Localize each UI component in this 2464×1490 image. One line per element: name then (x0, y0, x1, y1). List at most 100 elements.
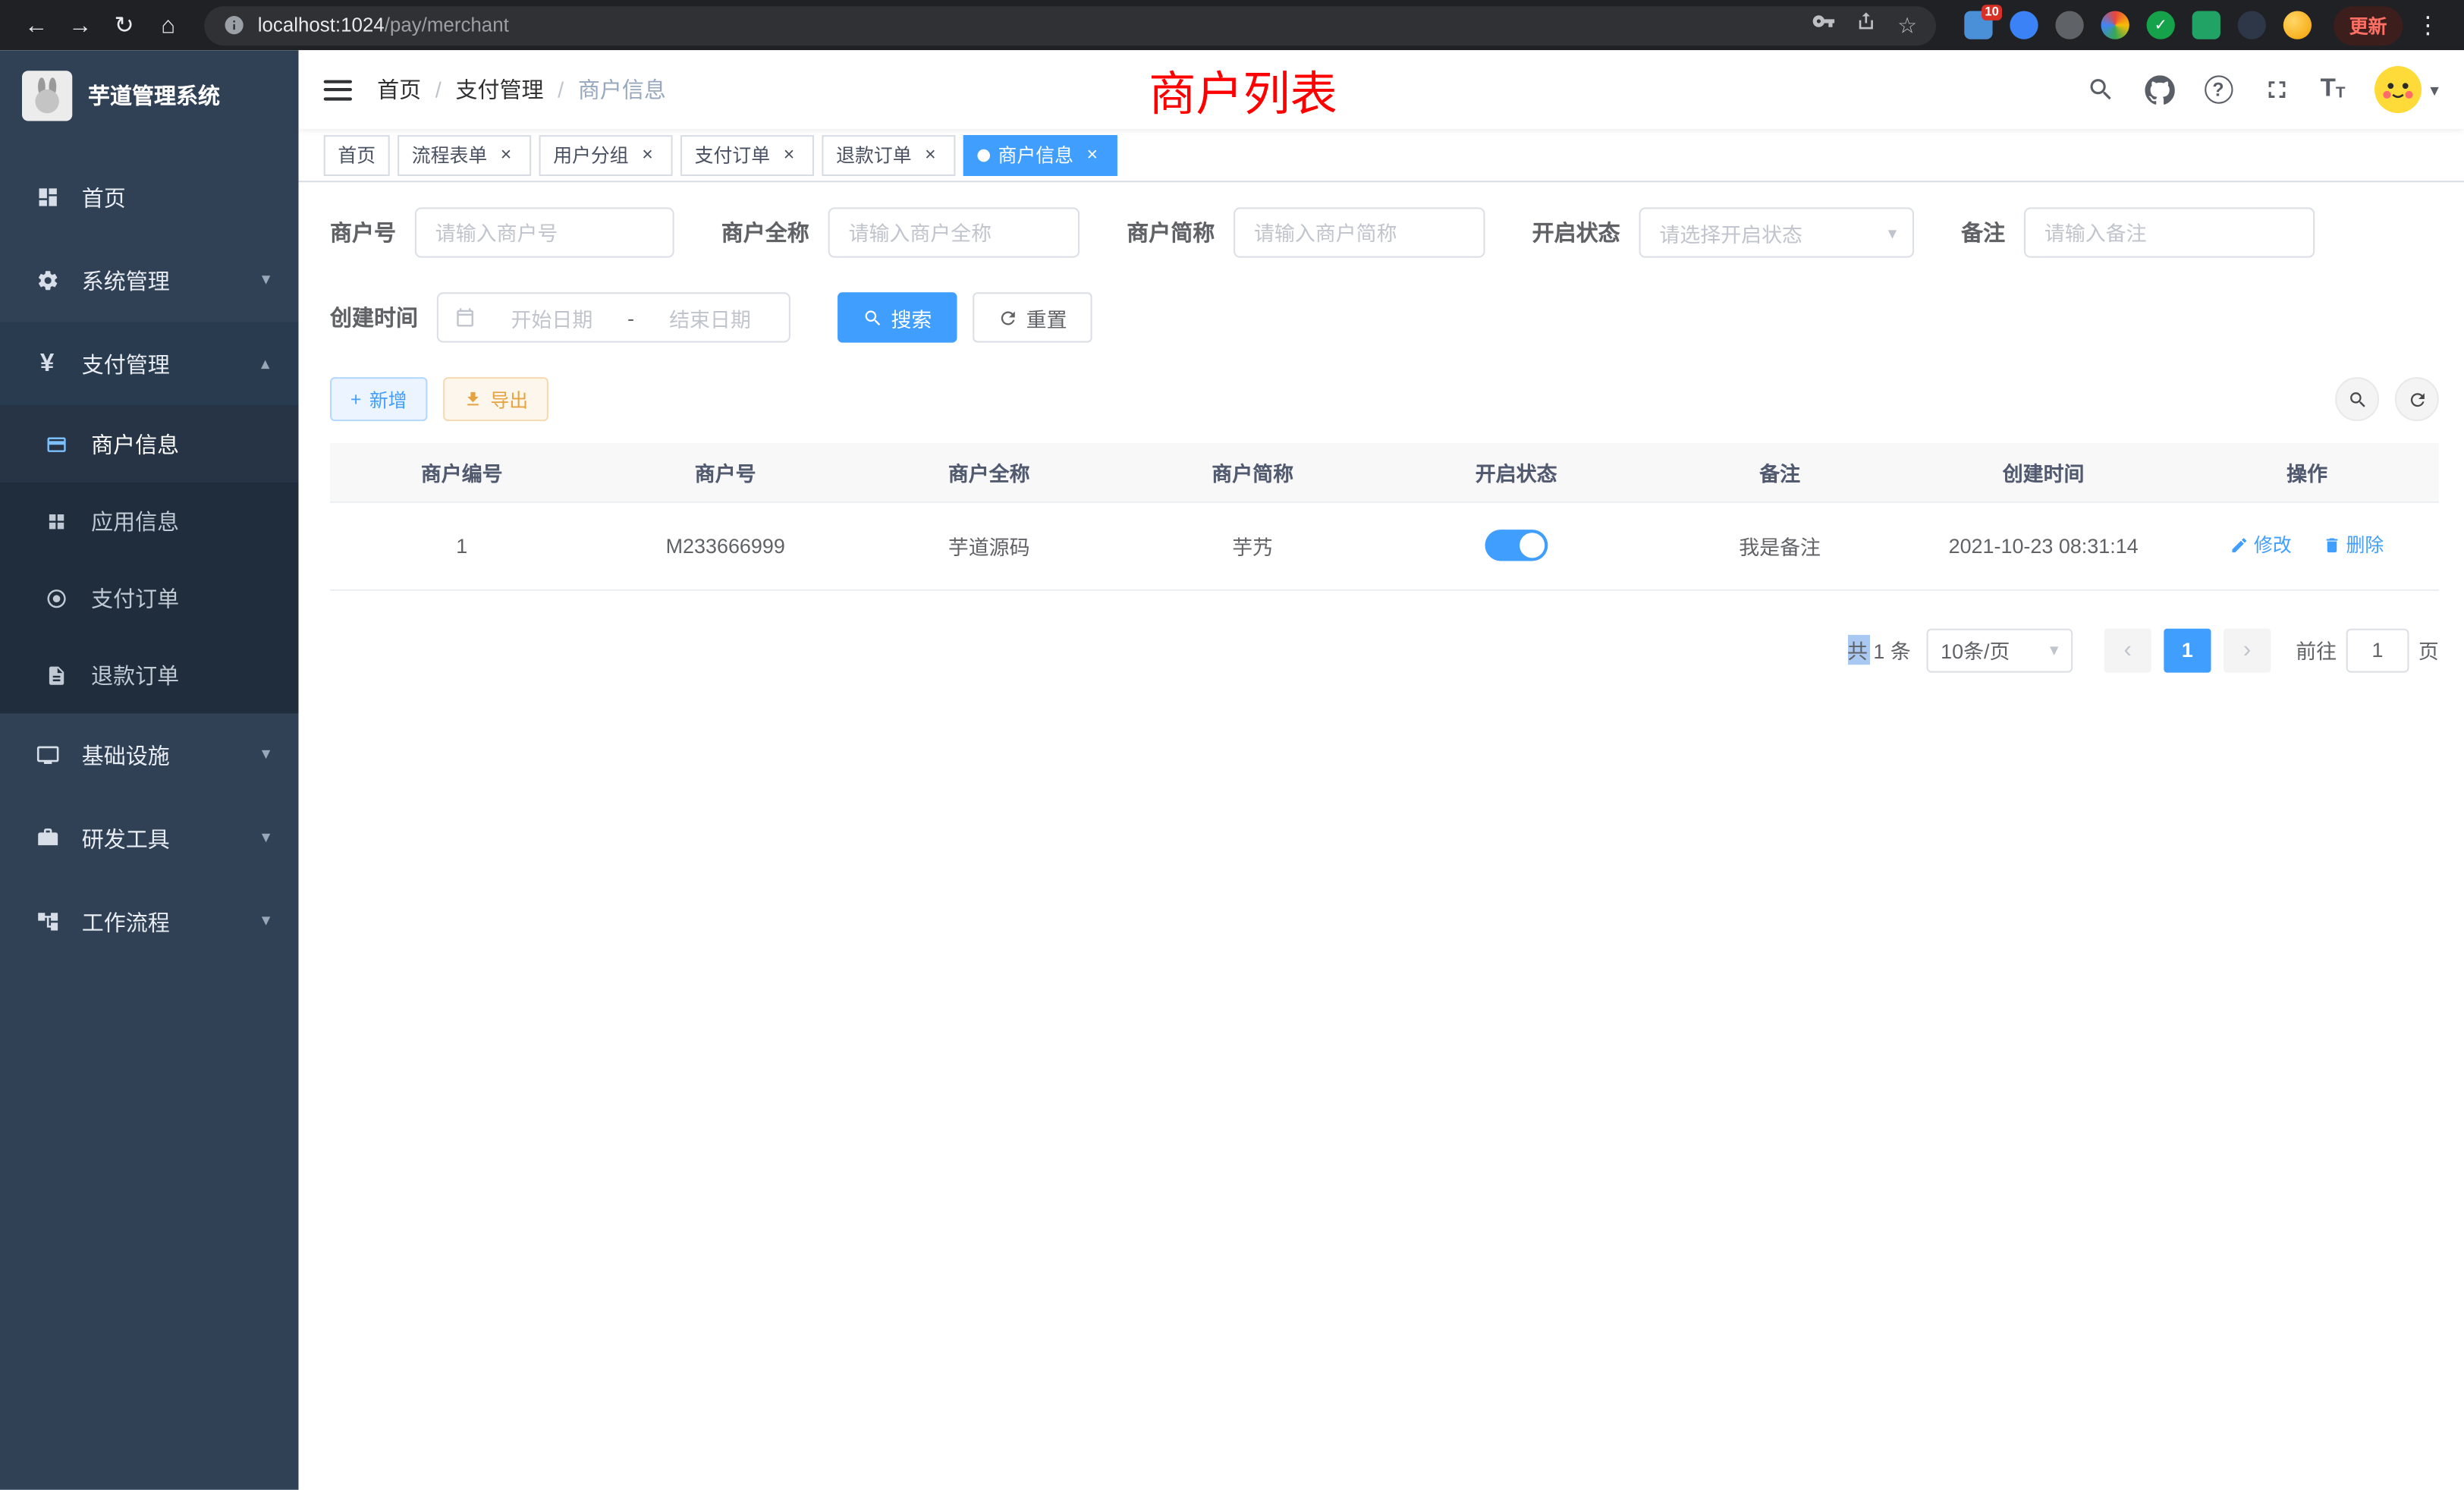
sidebar-item-infrastructure[interactable]: 基础设施 ▾ (0, 713, 299, 797)
sidebar-item-pay-orders[interactable]: 支付订单 (0, 559, 299, 636)
tab-label: 用户分组 (553, 141, 628, 168)
export-button[interactable]: 导出 (443, 377, 548, 421)
chevron-down-icon: ▾ (1888, 222, 1897, 243)
end-date-placeholder: 结束日期 (647, 303, 773, 332)
extension-icon-2[interactable] (2010, 11, 2038, 39)
add-button[interactable]: + 新增 (330, 377, 427, 421)
tab-home[interactable]: 首页 (324, 134, 390, 175)
refresh-icon (998, 307, 1018, 328)
sidebar-item-system[interactable]: 系统管理 ▾ (0, 239, 299, 322)
delete-link-label: 删除 (2346, 532, 2384, 558)
extension-icon-6[interactable] (2192, 11, 2220, 39)
full-name-input[interactable] (828, 207, 1080, 257)
close-icon[interactable]: × (778, 144, 800, 166)
edit-link[interactable]: 修改 (2230, 532, 2292, 558)
search-icon (2347, 389, 2368, 410)
close-icon[interactable]: × (919, 144, 941, 166)
chevron-down-icon: ▾ (2050, 640, 2058, 660)
close-icon[interactable]: × (636, 144, 658, 166)
toggle-search-button[interactable] (2335, 377, 2379, 421)
address-bar[interactable]: localhost:1024/pay/merchant ☆ (204, 5, 1936, 45)
merchant-no-input[interactable] (415, 207, 674, 257)
profile-avatar-icon[interactable] (2283, 11, 2312, 39)
extension-icon-4[interactable] (2101, 11, 2129, 39)
tab-flow-form[interactable]: 流程表单× (398, 134, 531, 175)
cell-merchant-no: M233666999 (593, 501, 856, 589)
prev-page-button[interactable]: ‹ (2104, 628, 2151, 672)
sidebar-item-label: 首页 (82, 181, 126, 212)
tab-merchant-info-active[interactable]: 商户信息× (963, 134, 1117, 175)
col-header: 商户全称 (857, 443, 1120, 501)
question-glyph: ? (2212, 79, 2224, 101)
breadcrumb-item-home[interactable]: 首页 (377, 74, 421, 105)
extension-icon-3[interactable] (2055, 11, 2083, 39)
sidebar-item-workflow[interactable]: 工作流程 ▾ (0, 880, 299, 963)
browser-back-icon[interactable]: ← (16, 5, 57, 46)
extension-icon-5[interactable]: ✓ (2147, 11, 2175, 39)
fullscreen-icon[interactable] (2262, 75, 2290, 103)
tab-refund-order[interactable]: 退款订单 × (822, 134, 955, 175)
sidebar-item-dev-tools[interactable]: 研发工具 ▾ (0, 797, 299, 880)
browser-home-icon[interactable]: ⌂ (148, 5, 189, 46)
credit-card-icon (38, 433, 76, 455)
col-header: 开启状态 (1384, 443, 1648, 501)
extension-icon-1[interactable]: 10 (1964, 11, 1992, 39)
page-1-button[interactable]: 1 (2164, 628, 2211, 672)
sidebar-item-refund-orders[interactable]: 退款订单 (0, 637, 299, 714)
refresh-table-button[interactable] (2395, 377, 2439, 421)
tab-label: 退款订单 (836, 141, 911, 168)
sidebar: 芋道管理系统 首页 系统管理 ▾ ¥ 支付管理 ▾ (0, 50, 299, 1489)
add-button-label: 新增 (369, 386, 407, 413)
sidebar-item-label: 应用信息 (91, 505, 179, 536)
reset-button-label: 重置 (1026, 303, 1067, 332)
status-toggle[interactable] (1485, 530, 1548, 561)
close-icon[interactable]: × (495, 144, 517, 166)
password-key-icon[interactable] (1812, 9, 1836, 40)
bookmark-star-icon[interactable]: ☆ (1897, 12, 1917, 39)
extension-icon-7[interactable] (2238, 11, 2266, 39)
short-name-input[interactable] (1234, 207, 1485, 257)
browser-menu-icon[interactable]: ⋮ (2412, 11, 2444, 39)
delete-link[interactable]: 删除 (2322, 532, 2384, 558)
reset-button[interactable]: 重置 (973, 292, 1092, 342)
sidebar-item-payment[interactable]: ¥ 支付管理 ▾ (0, 322, 299, 406)
remark-input[interactable] (2024, 207, 2315, 257)
github-icon[interactable] (2145, 74, 2174, 104)
cell-create-time: 2021-10-23 08:31:14 (1912, 501, 2175, 589)
chevron-down-icon: ▾ (262, 747, 270, 764)
breadcrumb-item-payment[interactable]: 支付管理 (455, 74, 543, 105)
tab-user-group[interactable]: 用户分组 × (539, 134, 673, 175)
page-size-select[interactable]: 10条/页 ▾ (1927, 628, 2073, 672)
sidebar-logo[interactable]: 芋道管理系统 (0, 50, 299, 140)
url-text[interactable]: localhost:1024/pay/merchant (258, 14, 1800, 36)
site-info-icon[interactable] (223, 14, 245, 36)
search-icon[interactable] (2086, 75, 2114, 103)
sidebar-item-label: 支付订单 (91, 582, 179, 613)
browser-reload-icon[interactable]: ↻ (104, 5, 145, 46)
sidebar-item-home[interactable]: 首页 (0, 156, 299, 239)
sidebar-item-merchant-info[interactable]: 商户信息 (0, 405, 299, 483)
close-icon[interactable]: × (1081, 144, 1103, 166)
filter-label: 备注 (1961, 217, 2005, 248)
sidebar-item-label: 基础设施 (82, 740, 170, 771)
browser-forward-icon[interactable]: → (60, 5, 101, 46)
goto-page-input[interactable] (2346, 628, 2409, 672)
table-row: 1 M233666999 芋道源码 芋艿 我是备注 2021-10-23 08:… (330, 501, 2439, 589)
status-select[interactable]: 请选择开启状态 ▾ (1639, 207, 1915, 257)
search-button[interactable]: 搜索 (838, 292, 957, 342)
date-range-picker[interactable]: 开始日期 - 结束日期 (437, 292, 790, 342)
browser-update-button[interactable]: 更新 (2334, 5, 2403, 45)
plus-icon: + (350, 388, 362, 410)
next-page-button[interactable]: › (2224, 628, 2271, 672)
cell-merchant-id: 1 (330, 501, 593, 589)
tab-pay-order[interactable]: 支付订单× (680, 134, 814, 175)
refresh-icon (2406, 389, 2427, 410)
sidebar-item-app-info[interactable]: 应用信息 (0, 483, 299, 560)
help-icon[interactable]: ? (2204, 75, 2232, 103)
sidebar-toggle-icon[interactable] (324, 80, 352, 100)
share-icon[interactable] (1855, 9, 1878, 40)
filter-short-name: 商户简称 (1127, 207, 1485, 257)
font-size-icon[interactable]: TT (2321, 77, 2346, 102)
user-menu[interactable]: ▾ (2375, 66, 2439, 113)
toolbox-icon (28, 827, 66, 850)
